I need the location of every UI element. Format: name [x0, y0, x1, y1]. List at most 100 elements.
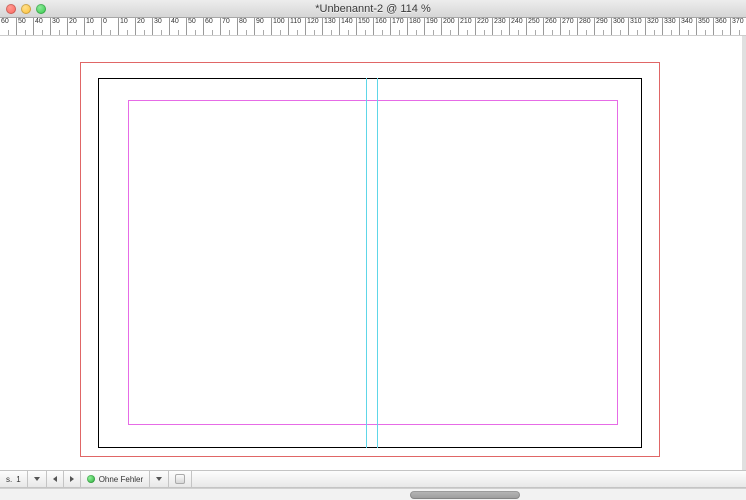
ruler-tick: 80 [238, 18, 255, 35]
close-window-button[interactable] [6, 4, 16, 14]
ruler-tick: 200 [442, 18, 459, 35]
ruler-tick-label: 340 [681, 18, 693, 26]
chevron-left-icon [53, 476, 57, 482]
chevron-down-icon [34, 477, 40, 481]
horizontal-ruler[interactable]: 6050403020100102030405060708090100110120… [0, 18, 746, 36]
ruler-tick-label: 360 [715, 18, 727, 26]
ruler-tick: 70 [221, 18, 238, 35]
horizontal-scrollbar-thumb[interactable] [410, 491, 520, 499]
ruler-tick: 260 [544, 18, 561, 35]
ruler-tick: 40 [34, 18, 51, 35]
ruler-tick: 100 [272, 18, 289, 35]
spine-guide-right[interactable] [377, 78, 378, 448]
ruler-tick-label: 10 [120, 18, 128, 26]
ruler-tick-label: 250 [528, 18, 540, 26]
ruler-tick: 110 [289, 18, 306, 35]
ruler-tick-label: 210 [460, 18, 472, 26]
ruler-tick-label: 290 [596, 18, 608, 26]
ruler-tick-label: 260 [545, 18, 557, 26]
ruler-tick: 370 [731, 18, 746, 35]
ruler-tick: 350 [697, 18, 714, 35]
ruler-tick-label: 60 [205, 18, 213, 26]
ruler-tick-label: 80 [239, 18, 247, 26]
ruler-tick-label: 150 [358, 18, 370, 26]
ruler-tick: 320 [646, 18, 663, 35]
page-number: 1 [16, 475, 20, 484]
right-gutter [742, 36, 746, 470]
preflight-status[interactable]: Ohne Fehler [81, 471, 150, 487]
ruler-tick-label: 20 [137, 18, 145, 26]
ruler-tick: 160 [374, 18, 391, 35]
ruler-tick-label: 0 [103, 18, 107, 26]
ruler-tick: 270 [561, 18, 578, 35]
ruler-tick: 90 [255, 18, 272, 35]
ruler-tick-label: 120 [307, 18, 319, 26]
minimize-window-button[interactable] [21, 4, 31, 14]
ruler-tick-label: 60 [1, 18, 9, 26]
ruler-tick-label: 140 [341, 18, 353, 26]
ruler-tick: 250 [527, 18, 544, 35]
ruler-tick-label: 160 [375, 18, 387, 26]
spine-guide-left[interactable] [366, 78, 367, 448]
ruler-tick-label: 100 [273, 18, 285, 26]
ruler-tick-label: 350 [698, 18, 710, 26]
ruler-tick-label: 30 [154, 18, 162, 26]
ruler-tick: 190 [425, 18, 442, 35]
ruler-tick-label: 230 [494, 18, 506, 26]
ruler-tick: 120 [306, 18, 323, 35]
ruler-tick-label: 50 [188, 18, 196, 26]
ruler-tick: 360 [714, 18, 731, 35]
chevron-right-icon [70, 476, 74, 482]
zoom-window-button[interactable] [36, 4, 46, 14]
ruler-tick: 20 [136, 18, 153, 35]
document-canvas[interactable] [0, 36, 746, 470]
ruler-tick: 50 [187, 18, 204, 35]
ruler-tick: 170 [391, 18, 408, 35]
ruler-tick: 340 [680, 18, 697, 35]
ruler-tick: 130 [323, 18, 340, 35]
ruler-tick: 30 [51, 18, 68, 35]
ruler-tick-label: 310 [630, 18, 642, 26]
preflight-label: Ohne Fehler [99, 475, 143, 484]
ruler-tick-label: 40 [35, 18, 43, 26]
ruler-tick-label: 40 [171, 18, 179, 26]
page-prev-button[interactable] [47, 471, 64, 487]
ruler-tick: 50 [17, 18, 34, 35]
page-navigator[interactable]: s. 1 [0, 471, 28, 487]
ruler-tick-label: 370 [732, 18, 744, 26]
ruler-tick: 230 [493, 18, 510, 35]
ruler-tick-label: 330 [664, 18, 676, 26]
ruler-tick: 60 [204, 18, 221, 35]
preflight-dropdown[interactable] [150, 471, 169, 487]
page-dropdown[interactable] [28, 471, 47, 487]
ruler-tick-label: 170 [392, 18, 404, 26]
status-bar: s. 1 Ohne Fehler [0, 470, 746, 488]
ruler-tick: 10 [85, 18, 102, 35]
status-tool-button[interactable] [169, 471, 192, 487]
ruler-tick-label: 270 [562, 18, 574, 26]
preflight-ok-icon [87, 475, 95, 483]
page-nav-label: s. [6, 475, 12, 484]
window-title: *Unbenannt-2 @ 114 % [0, 3, 746, 15]
ruler-tick: 240 [510, 18, 527, 35]
ruler-tick-label: 20 [69, 18, 77, 26]
ruler-tick: 330 [663, 18, 680, 35]
traffic-lights [0, 4, 46, 14]
ruler-tick: 300 [612, 18, 629, 35]
page-next-button[interactable] [64, 471, 81, 487]
ruler-tick-label: 30 [52, 18, 60, 26]
ruler-tick-label: 50 [18, 18, 26, 26]
ruler-tick-label: 300 [613, 18, 625, 26]
horizontal-scrollbar-track[interactable] [0, 488, 746, 500]
ruler-tick-label: 280 [579, 18, 591, 26]
ruler-tick-label: 220 [477, 18, 489, 26]
ruler-tick: 150 [357, 18, 374, 35]
ruler-tick-label: 190 [426, 18, 438, 26]
ruler-tick-label: 320 [647, 18, 659, 26]
ruler-tick: 0 [102, 18, 119, 35]
margin-box [128, 100, 618, 425]
tool-icon [175, 474, 185, 484]
ruler-tick-label: 130 [324, 18, 336, 26]
ruler-tick: 140 [340, 18, 357, 35]
ruler-tick: 40 [170, 18, 187, 35]
